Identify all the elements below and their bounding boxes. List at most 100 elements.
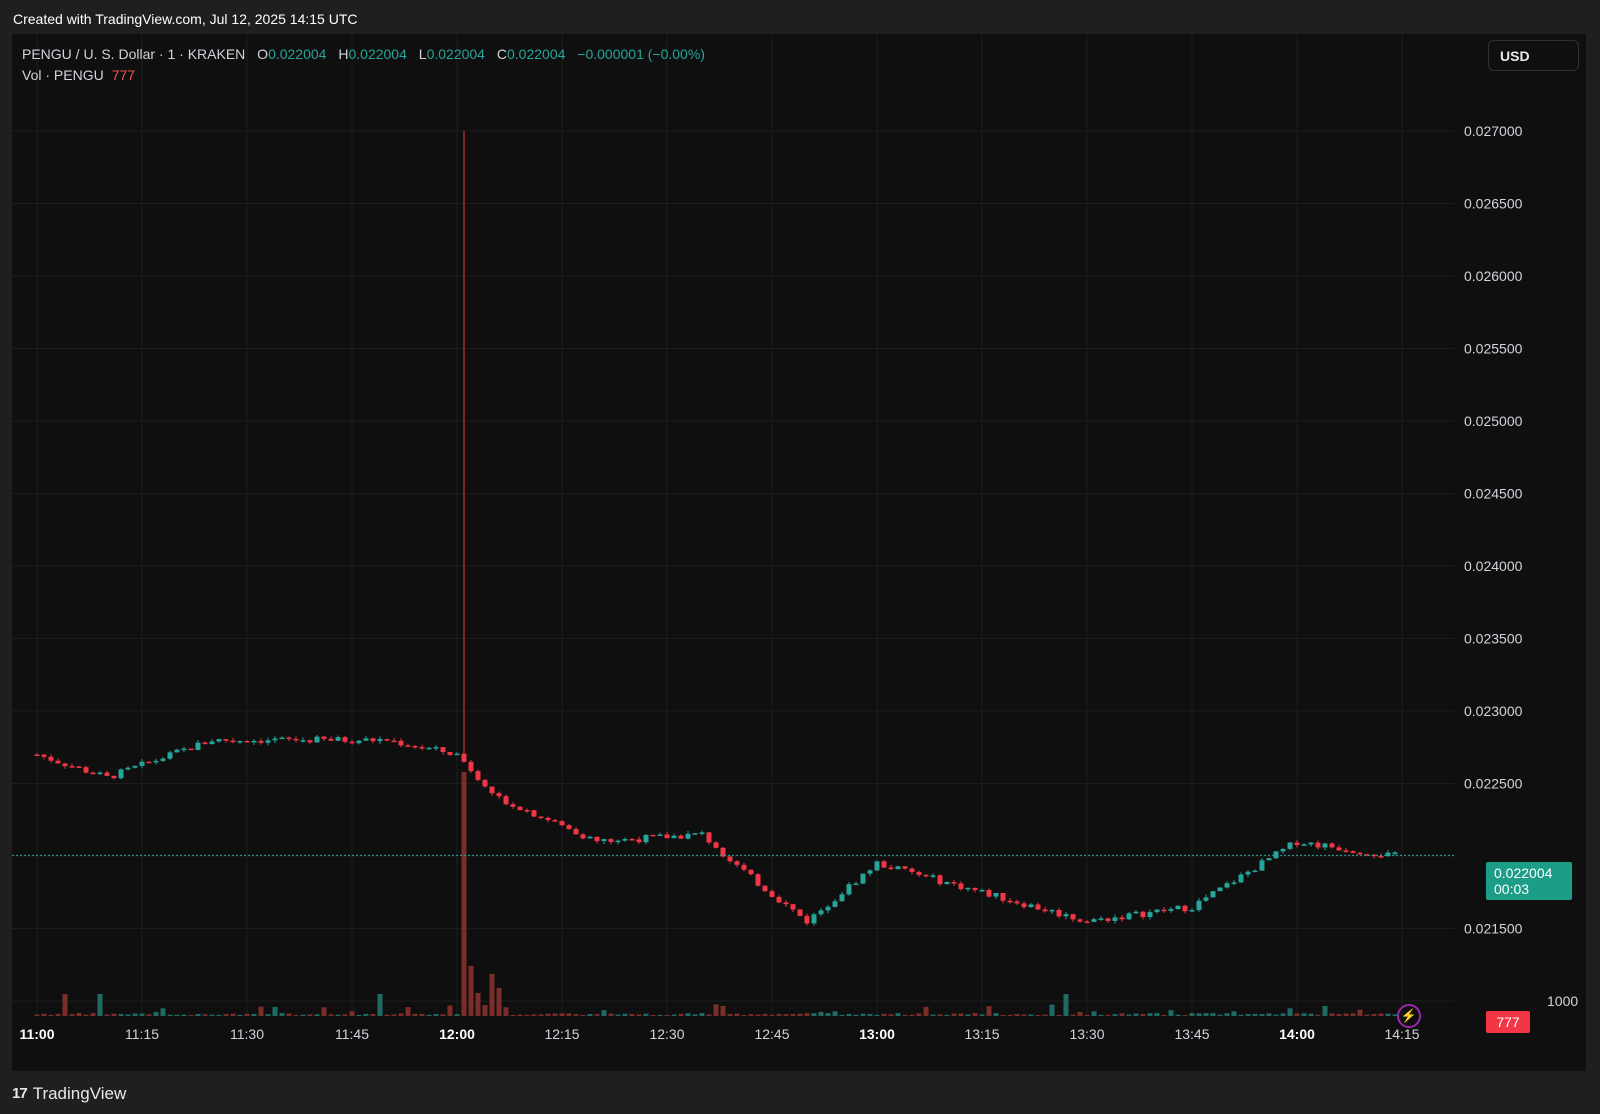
volume-bar (832, 1011, 838, 1016)
volume-bar (69, 1014, 75, 1016)
price-tick-label: 0.024000 (1464, 558, 1523, 574)
candle-down (76, 766, 82, 769)
candle-up (195, 742, 201, 750)
candle-down (447, 752, 453, 755)
volume-bar (55, 1013, 61, 1016)
volume-bar (1168, 1010, 1174, 1016)
volume-bar (531, 1014, 537, 1016)
volume-bar (1343, 1013, 1349, 1016)
volume-bar (1077, 1011, 1083, 1016)
candle-up (671, 835, 677, 839)
volume-bar (517, 1014, 523, 1016)
price-tick-label: 0.022500 (1464, 776, 1523, 792)
candle-down (923, 874, 929, 877)
candle-down (468, 761, 474, 772)
candle-down (1378, 856, 1384, 858)
candle-up (125, 767, 131, 770)
candle-up (1238, 874, 1244, 883)
candle-up (1133, 911, 1139, 914)
candle-up (1210, 891, 1216, 898)
volume-bar (1378, 1013, 1384, 1016)
candle-down (1329, 843, 1335, 848)
lightning-icon[interactable]: ⚡ (1397, 1004, 1421, 1028)
candle-down (90, 772, 96, 775)
candle-down (146, 761, 152, 764)
volume-bar (475, 993, 481, 1016)
volume-bar (104, 1014, 110, 1016)
volume-bar (909, 1014, 915, 1016)
chart-panel[interactable]: 0.027000 0.026500 0.026000 0.025500 0.025000… (12, 34, 1586, 1071)
volume-bar (244, 1013, 250, 1016)
chart-legend: PENGU / U. S. Dollar · 1 · KRAKEN O0.022… (22, 46, 705, 83)
volume-bar (272, 1006, 278, 1016)
candle-up (1175, 905, 1181, 910)
volume-bar (356, 1014, 362, 1016)
candlestick-chart[interactable]: 0.027000 0.026500 0.026000 0.025500 0.025000… (12, 34, 1586, 1071)
candle-up (139, 761, 145, 766)
candle-up (846, 884, 852, 895)
candle-up (1224, 883, 1230, 888)
volume-bar (174, 1014, 180, 1016)
volume-bar (279, 1013, 285, 1016)
volume-bar (307, 1014, 313, 1016)
volume-bar (489, 974, 495, 1016)
volume-bar (1084, 1014, 1090, 1016)
candle-up (272, 738, 278, 741)
grid-lines (12, 34, 1454, 1016)
candle-down (188, 748, 194, 751)
candle-up (1266, 858, 1272, 861)
volume-bar (1161, 1014, 1167, 1016)
candle-up (181, 748, 187, 751)
volume-bar (1126, 1014, 1132, 1016)
volume-bar (1294, 1013, 1300, 1016)
volume-bar (1329, 1013, 1335, 1016)
volume-bar (1028, 1014, 1034, 1016)
candle-down (608, 839, 614, 842)
candle-down (419, 747, 425, 749)
symbol-title[interactable]: PENGU / U. S. Dollar · 1 · KRAKEN (22, 46, 245, 62)
candle-up (867, 870, 873, 874)
currency-button[interactable]: USD (1488, 40, 1579, 71)
time-tick-label: 11:45 (335, 1026, 369, 1042)
volume-bar (412, 1013, 418, 1016)
volume-bar (958, 1013, 964, 1016)
volume-bar (125, 1014, 131, 1016)
volume-bar (1259, 1014, 1265, 1016)
volume-bar (1049, 1004, 1055, 1016)
candle-up (699, 832, 705, 834)
candle-down (636, 839, 642, 843)
volume-bar (62, 994, 68, 1016)
volume-bar (1287, 1008, 1293, 1016)
candle-down (475, 771, 481, 780)
candle-up (657, 834, 663, 836)
candle-down (580, 834, 586, 839)
candle-up (426, 747, 432, 750)
volume-bar (1210, 1013, 1216, 1016)
price-tick-label: 0.027000 (1464, 123, 1523, 139)
candle-down (769, 891, 775, 897)
volume-bar (1105, 1014, 1111, 1016)
volume-bar (776, 1013, 782, 1016)
candle-down (776, 896, 782, 903)
candle-down (552, 820, 558, 822)
volume-bar (839, 1014, 845, 1016)
volume-bar (678, 1013, 684, 1016)
volume-bar (1371, 1013, 1377, 1016)
volume-bar (706, 1014, 712, 1016)
candle-up (300, 740, 306, 742)
tradingview-brand[interactable]: 17 TradingView (12, 1081, 126, 1107)
candle-up (1280, 848, 1286, 852)
volume-bar (727, 1013, 733, 1016)
candle-up (1217, 887, 1223, 892)
candle-down (1357, 852, 1363, 855)
candle-down (1070, 914, 1076, 920)
candle-down (405, 745, 411, 747)
candle-down (951, 882, 957, 884)
candle-down (48, 756, 54, 761)
candle-down (1000, 892, 1006, 901)
volume-bar (881, 1013, 887, 1016)
volume-bar (160, 1008, 166, 1016)
volume-bar (335, 1014, 341, 1016)
volume-label[interactable]: Vol · PENGU (22, 67, 104, 83)
candle-down (391, 740, 397, 743)
